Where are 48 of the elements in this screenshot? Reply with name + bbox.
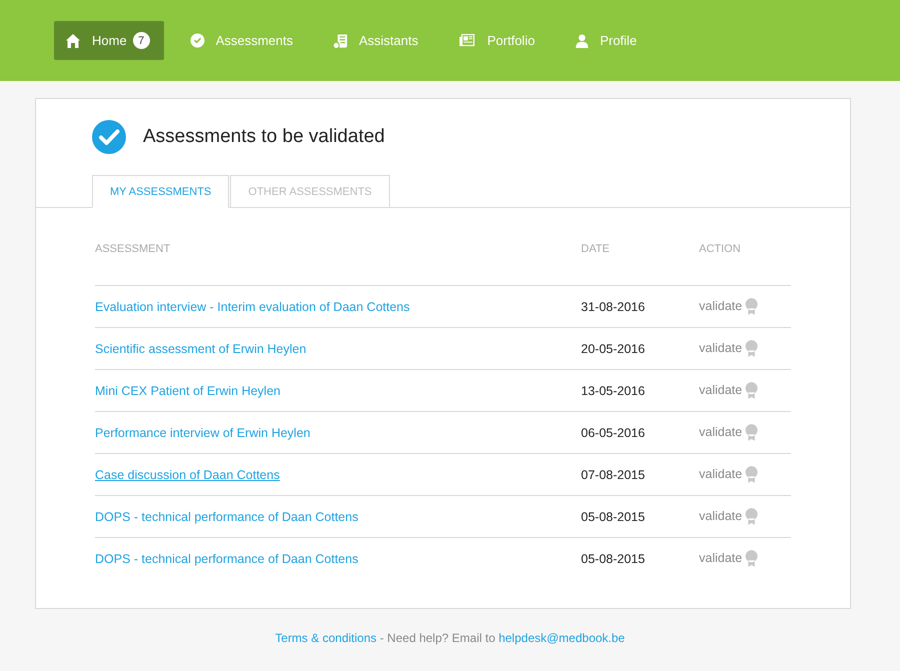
column-header: ASSESSMENT [95, 237, 581, 286]
nav-item[interactable]: Assistants [322, 21, 432, 60]
newspaper-icon [458, 33, 476, 48]
nav-item[interactable]: Profile [564, 21, 651, 60]
award-ribbon-icon [745, 550, 758, 567]
award-ribbon-icon [745, 382, 758, 399]
assessment-link[interactable]: Performance interview of Erwin Heylen [95, 426, 310, 440]
person-icon [574, 32, 589, 48]
validate-link[interactable]: validate [699, 340, 742, 355]
assessment-link[interactable]: Scientific assessment of Erwin Heylen [95, 342, 306, 356]
tab[interactable]: OTHER ASSESSMENTS [230, 175, 390, 208]
tab[interactable]: MY ASSESSMENTS [92, 175, 230, 208]
validate-link[interactable]: validate [699, 508, 742, 523]
column-header: DATE [581, 237, 699, 286]
award-ribbon-icon [745, 466, 758, 483]
table-cell: 13-05-2016 [581, 370, 699, 412]
document-icon [333, 32, 348, 48]
award-ribbon-icon [745, 424, 758, 441]
house-icon [65, 32, 81, 48]
table-cell: 20-05-2016 [581, 328, 699, 370]
footer-text: Terms & conditions - Need help? Email to helpdesk@medbook.be [274, 631, 626, 645]
table-cell: 05-08-2015 [581, 496, 699, 538]
assessment-link[interactable]: DOPS - technical performance of Daan Cottens [95, 552, 358, 566]
page-title: Assessments to be validated [143, 126, 385, 148]
email-link[interactable]: helpdesk@medbook.be [498, 631, 625, 645]
award-ribbon-icon [745, 508, 758, 525]
validate-link[interactable]: validate [699, 550, 742, 565]
table-cell: 06-05-2016 [581, 412, 699, 454]
table-cell: 07-08-2015 [581, 454, 699, 496]
nav-item[interactable]: Portfolio [447, 21, 549, 60]
validate-link[interactable]: validate [699, 424, 742, 439]
count-badge: 7 [132, 32, 150, 49]
table-cell: 31-08-2016 [581, 286, 699, 328]
assessment-link[interactable]: DOPS - technical performance of Daan Cottens [95, 510, 358, 524]
assessment-link[interactable]: Mini CEX Patient of Erwin Heylen [95, 384, 280, 398]
column-header: ACTION [699, 237, 791, 286]
nav-item[interactable]: Home 7 [54, 21, 164, 60]
nav-item[interactable]: Assessments [178, 21, 307, 60]
validate-link[interactable]: validate [699, 382, 742, 397]
validate-link[interactable]: validate [699, 298, 742, 313]
validate-link[interactable]: validate [699, 466, 742, 481]
terms-link[interactable]: Terms & conditions [275, 631, 377, 645]
table-cell: 05-08-2015 [581, 538, 699, 579]
assessment-link[interactable]: Case discussion of Daan Cottens [95, 468, 280, 482]
award-ribbon-icon [745, 298, 758, 315]
check-circle-icon [92, 120, 126, 154]
award-ribbon-icon [745, 340, 758, 357]
assessment-link[interactable]: Evaluation interview - Interim evaluation of Daan Cottens [95, 300, 410, 314]
